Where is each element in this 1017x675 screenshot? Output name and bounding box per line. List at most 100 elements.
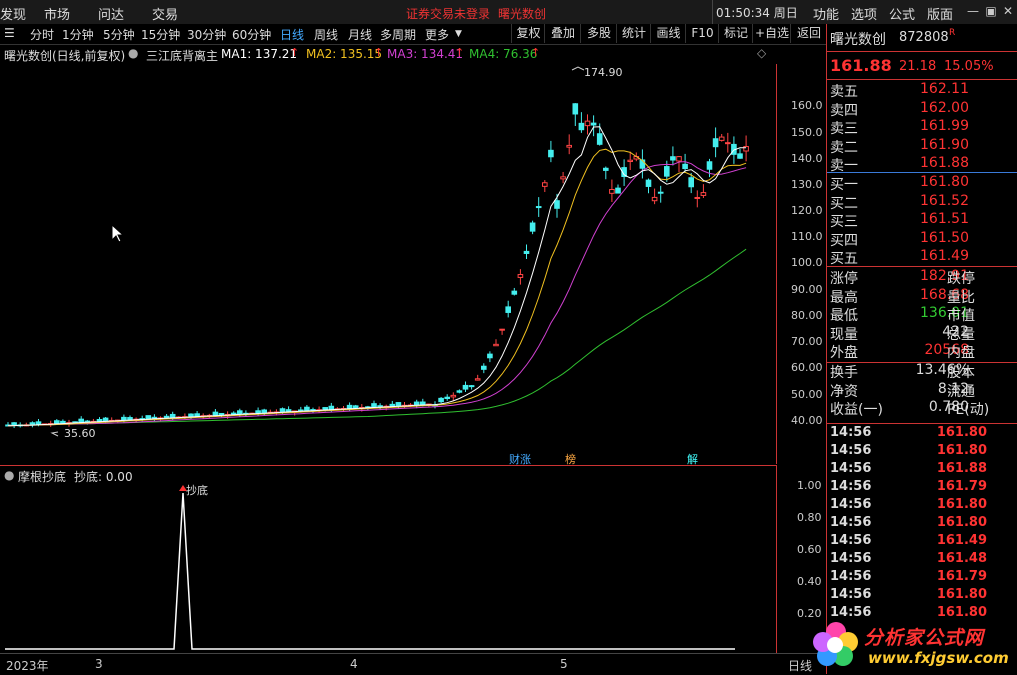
tick-price: 161.49 [936, 533, 987, 548]
candle-body [627, 159, 634, 162]
candle-body [560, 176, 566, 180]
signal-line [5, 492, 735, 650]
period-daily[interactable]: 日线 [280, 26, 304, 43]
indicator-dropdown-icon[interactable]: ● [128, 46, 138, 60]
menu-market[interactable]: 市场 [44, 4, 70, 23]
menu-discover[interactable]: 发现 [0, 4, 26, 23]
stat2-row[interactable]: 换手 13.46% 股本 [827, 362, 1017, 381]
overlay-button[interactable]: 叠加 [544, 24, 581, 43]
tick-time: 14:56 [830, 479, 872, 494]
period-menu-icon[interactable]: ☰ [4, 26, 15, 40]
bid-row[interactable]: 买四 161.50 [827, 230, 1017, 249]
candle-body [11, 422, 17, 426]
candle-body [725, 142, 731, 145]
panel-stock-name: 曙光数创 [830, 32, 886, 48]
indicator-name[interactable]: 三江底背离主 [146, 47, 218, 64]
row-value: 161.88 [920, 155, 969, 172]
period-30min[interactable]: 30分钟 [187, 26, 226, 43]
high-annotation: 174.90 [584, 66, 623, 79]
ma1-up-icon: ↑ [290, 46, 300, 59]
bottom-signal-chart[interactable]: 抄底 [0, 483, 776, 653]
candle-body [420, 401, 426, 405]
menu-function[interactable]: 功能 [813, 4, 839, 23]
date-axis-label[interactable]: 日线 [788, 657, 812, 674]
candle-body [169, 413, 176, 418]
period-15min[interactable]: 15分钟 [141, 26, 180, 43]
bid-row[interactable]: 买二 161.52 [827, 193, 1017, 212]
period-1min[interactable]: 1分钟 [62, 26, 94, 43]
row-value: 162.00 [920, 99, 969, 116]
stat-row[interactable]: 现量 422 总量 [827, 324, 1017, 343]
candlestick-chart[interactable]: 174.90 35.60 [0, 64, 776, 464]
login-warning[interactable]: 证券交易未登录 [406, 5, 490, 22]
candle-body [188, 413, 194, 417]
tick-row: 14:56 161.79 [827, 479, 1017, 497]
period-5min[interactable]: 5分钟 [103, 26, 135, 43]
period-weekly[interactable]: 周线 [314, 26, 338, 43]
stat2-row[interactable]: 净资 8.12 流通 [827, 381, 1017, 400]
sub-indicator-dropdown-icon[interactable]: ● [4, 468, 14, 482]
add-watchlist-button[interactable]: +自选 [752, 24, 791, 43]
candle-body [609, 188, 615, 194]
stat-row[interactable]: 最低 136.01 市值 [827, 305, 1017, 324]
candle-body [596, 133, 603, 145]
candle-body [499, 328, 505, 331]
candle-body [285, 409, 292, 412]
tick-price: 161.88 [936, 461, 987, 476]
ma3-label: MA3: 134.41 [387, 47, 464, 61]
top-menu-bar: 发现 市场 问达 交易 证券交易未登录 曙光数创 01:50:34 周日 功能 … [0, 0, 1017, 25]
more-chevron-icon[interactable]: ▼ [455, 29, 462, 39]
candle-body [377, 405, 383, 408]
price-tick: 120.0 [791, 204, 823, 217]
maximize-icon[interactable]: ▣ [982, 3, 1000, 19]
settings-diamond-icon[interactable]: ◇ [757, 46, 766, 60]
candle-body [371, 403, 377, 408]
period-multi[interactable]: 多周期 [380, 26, 416, 43]
bid-row[interactable]: 买三 161.51 [827, 211, 1017, 230]
row-value: 161.80 [920, 174, 969, 190]
candle-body [474, 378, 481, 381]
period-60min[interactable]: 60分钟 [232, 26, 271, 43]
fuquan-button[interactable]: 复权 [511, 24, 545, 43]
back-button[interactable]: 返回 [790, 24, 827, 43]
menu-layout[interactable]: 版面 [927, 4, 953, 23]
menu-options[interactable]: 选项 [851, 4, 877, 23]
ask-row[interactable]: 卖三 161.99 [827, 118, 1017, 137]
candle-body [127, 417, 133, 420]
mark-button[interactable]: 标记 [718, 24, 753, 43]
period-fenshi[interactable]: 分时 [30, 26, 54, 43]
bid-row[interactable]: 买五 161.49 [827, 248, 1017, 267]
stat-row[interactable]: 最高 168.68 量比 [827, 287, 1017, 306]
row-key2: 流通 [947, 383, 975, 400]
candle-body [542, 182, 548, 187]
row-key: 卖三 [830, 121, 858, 138]
multi-stock-button[interactable]: 多股 [580, 24, 617, 43]
ask-row[interactable]: 卖四 162.00 [827, 100, 1017, 119]
ask-row[interactable]: 卖五 162.11 [827, 81, 1017, 100]
tick-price: 161.79 [936, 569, 987, 584]
quote-panel: 曙光数创 872808 R 161.88 21.18 15.05% 卖五 162.… [826, 24, 1017, 674]
minimize-icon[interactable]: — [964, 3, 982, 19]
stat2-row[interactable]: 收益(一) 0.780 PE(动) [827, 399, 1017, 418]
window-stock-title: 曙光数创 [498, 7, 547, 21]
row-key: 涨停 [830, 271, 858, 287]
menu-formula[interactable]: 公式 [889, 4, 915, 23]
date-label: 4 [350, 657, 358, 671]
period-monthly[interactable]: 月线 [348, 26, 372, 43]
stat-row[interactable]: 涨停 182.91 跌停 [827, 268, 1017, 287]
close-icon[interactable]: ✕ [999, 3, 1017, 19]
candle-body [261, 409, 267, 414]
candle-body [529, 222, 536, 232]
row-key2: 跌停 [947, 271, 975, 287]
candle-body [328, 405, 335, 410]
bid-row[interactable]: 买一 161.80 [827, 174, 1017, 193]
draw-line-button[interactable]: 画线 [650, 24, 686, 43]
statistics-button[interactable]: 统计 [616, 24, 651, 43]
menu-wenda[interactable]: 问达 [98, 4, 124, 23]
ma2-label: MA2: 135.15 [306, 47, 383, 61]
f10-button[interactable]: F10 [685, 24, 719, 43]
menu-trade[interactable]: 交易 [152, 4, 178, 23]
period-more[interactable]: 更多 [425, 26, 449, 43]
ask-row[interactable]: 卖二 161.90 [827, 137, 1017, 156]
stat-row[interactable]: 外盘 20568 内盘 [827, 342, 1017, 361]
